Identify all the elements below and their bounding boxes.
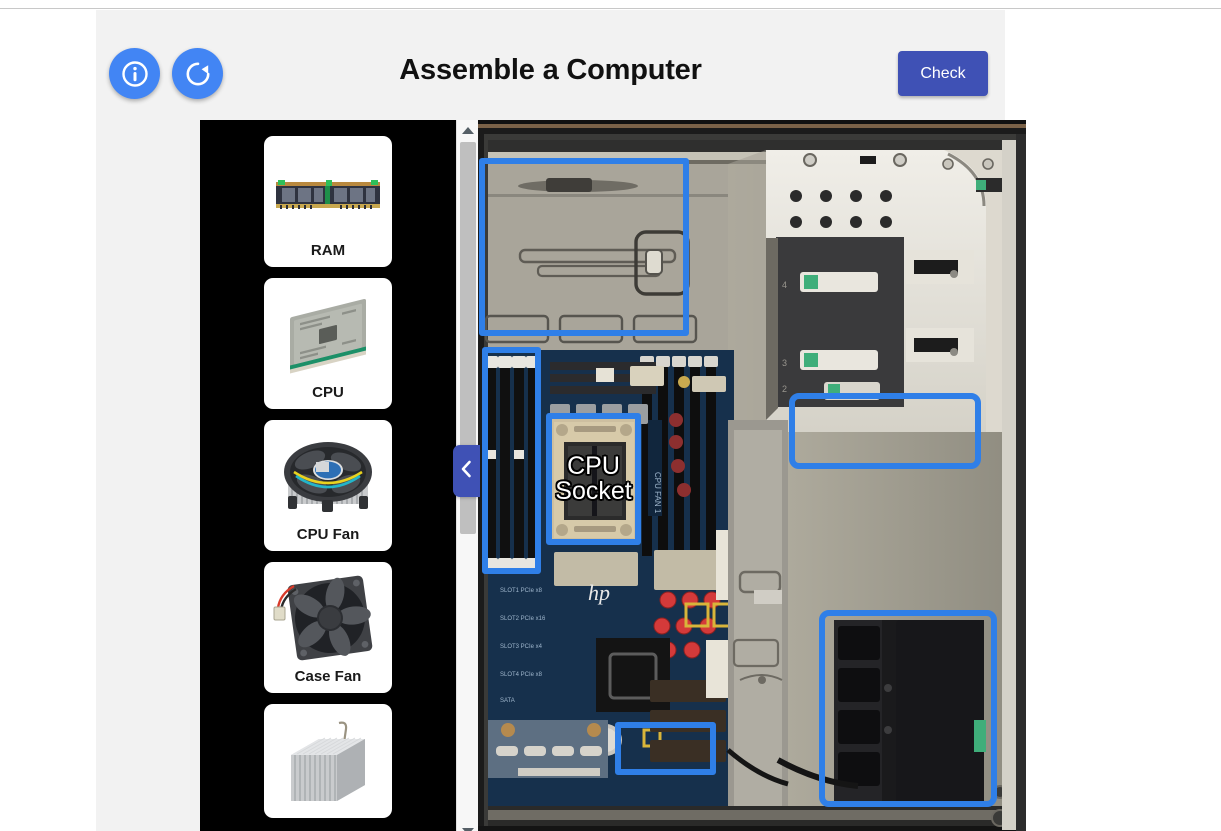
ram-stick-image [272,148,384,236]
scroll-down-arrow-icon[interactable] [457,821,479,831]
reload-button[interactable] [172,48,223,99]
component-card-ram[interactable]: RAM [264,136,392,267]
case-fan-image [272,574,384,662]
check-button[interactable]: Check [898,51,988,96]
component-card-case-fan[interactable]: Case Fan [264,562,392,693]
svg-text:3: 3 [782,358,787,368]
collapse-tray-button[interactable] [453,445,480,497]
component-card-cpu[interactable]: CPU [264,278,392,409]
component-card-cpu-fan[interactable]: CPU Fan [264,420,392,551]
svg-text:SLOT1 PCIe x8: SLOT1 PCIe x8 [500,588,543,594]
hotspot-ram-slots[interactable] [482,347,541,574]
chevron-left-icon [460,460,473,483]
assembly-workspace[interactable]: 4 3 2 CPU FAN 1 hp SLOT1 PCIe x8 SLOT2 PCI… [478,120,1026,831]
svg-text:CPU FAN 1: CPU FAN 1 [653,472,662,514]
component-card-heatsink[interactable] [264,704,392,818]
info-button[interactable] [109,48,160,99]
heatsink-image [272,716,384,804]
component-tray: RAM CPU CPU Fan Case Fan [200,120,456,831]
svg-text:2: 2 [782,384,787,394]
top-divider [0,8,1221,9]
svg-text:SLOT4 PCIe x8: SLOT4 PCIe x8 [500,672,543,678]
cpu-chip-image [272,290,384,378]
svg-text:SLOT3 PCIe x4: SLOT3 PCIe x4 [500,644,543,650]
hotspot-cpu-socket[interactable]: CPU Socket [546,413,641,545]
hotspot-power-supply[interactable] [819,610,997,807]
component-label: Case Fan [294,668,362,685]
component-label: RAM [310,242,346,259]
component-label: CPU Fan [296,526,360,543]
page-title: Assemble a Computer [399,54,702,86]
hotspot-psu-bay[interactable] [479,158,689,336]
svg-text:hp: hp [588,580,610,605]
component-list: RAM CPU CPU Fan Case Fan [200,120,456,829]
main-panel: Assemble a Computer Check RAM CPU CPU Fa… [96,10,1026,831]
svg-text:SATA: SATA [500,698,515,704]
svg-text:SLOT2 PCIe x16: SLOT2 PCIe x16 [500,616,546,622]
hotspot-expansion-slots[interactable] [615,722,716,775]
app-root: Assemble a Computer Check RAM CPU CPU Fa… [0,0,1221,831]
component-label: CPU [312,384,344,401]
hotspot-label: CPU Socket [555,451,632,505]
scroll-up-arrow-icon[interactable] [457,120,479,140]
app-header: Assemble a Computer Check [96,10,1005,106]
cpu-fan-image [272,432,384,520]
hotspot-drive-bay[interactable] [789,393,981,469]
svg-text:4: 4 [782,280,787,290]
info-icon [120,59,150,89]
reload-icon [183,59,213,89]
